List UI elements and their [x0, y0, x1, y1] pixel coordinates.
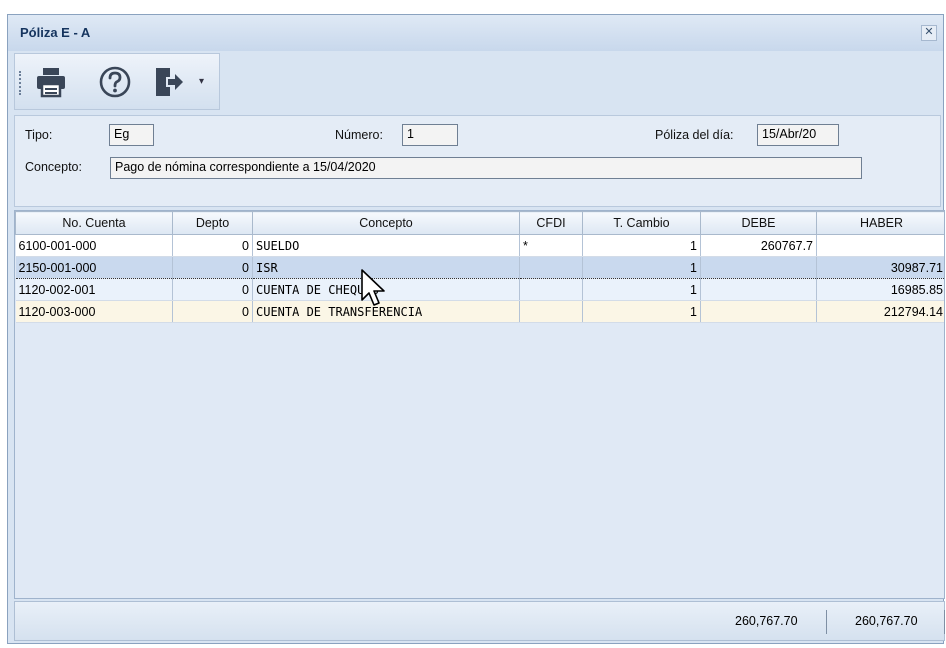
table-row[interactable]: 1120-003-000 0 CUENTA DE TRANSFERENCIA 1… — [15, 300, 944, 323]
cell-haber[interactable]: 16985.85 — [816, 278, 944, 301]
cell-depto[interactable]: 0 — [172, 256, 253, 279]
window-title: Póliza E - A — [20, 25, 91, 40]
toolbar-dropdown[interactable]: ▾ — [199, 76, 213, 90]
numero-label: Número: — [335, 128, 383, 142]
tipo-label: Tipo: — [25, 128, 53, 142]
cell-cfdi[interactable] — [519, 256, 583, 279]
table-row-selected[interactable]: 2150-001-000 0 ISR 1 30987.71 — [15, 256, 944, 279]
cell-depto[interactable]: 0 — [172, 278, 253, 301]
poliza-header-form: Tipo: Eg Número: 1 Póliza del día: 15/Ab… — [14, 115, 941, 207]
table-row[interactable]: 1120-002-001 0 CUENTA DE CHEQUES 1 16985… — [15, 278, 944, 301]
cell-concepto[interactable]: SUELDO — [252, 234, 520, 257]
fecha-field[interactable]: 15/Abr/20 — [757, 124, 839, 146]
concepto-field[interactable]: Pago de nómina correspondiente a 15/04/2… — [110, 157, 862, 179]
cell-cfdi[interactable] — [519, 278, 583, 301]
col-header-haber[interactable]: HABER — [816, 211, 944, 235]
col-header-cuenta[interactable]: No. Cuenta — [15, 211, 173, 235]
fecha-label: Póliza del día: — [655, 128, 734, 142]
concepto-label: Concepto: — [25, 160, 82, 174]
cell-tcambio[interactable]: 1 — [582, 278, 701, 301]
total-debe: 260,767.70 — [735, 614, 798, 628]
table-row[interactable]: 6100-001-000 0 SUELDO * 1 260767.7 — [15, 234, 944, 257]
grid-header-row: No. Cuenta Depto Concepto CFDI T. Cambio… — [15, 211, 944, 235]
cell-debe[interactable]: 260767.7 — [700, 234, 817, 257]
col-header-concepto[interactable]: Concepto — [252, 211, 520, 235]
col-header-tcambio[interactable]: T. Cambio — [582, 211, 701, 235]
accounts-table: No. Cuenta Depto Concepto CFDI T. Cambio… — [15, 211, 944, 323]
cell-cfdi[interactable]: * — [519, 234, 583, 257]
cell-cuenta[interactable]: 6100-001-000 — [15, 234, 173, 257]
cell-haber[interactable]: 212794.14 — [816, 300, 944, 323]
toolbar: ▾ — [14, 53, 220, 110]
cell-cuenta[interactable]: 1120-002-001 — [15, 278, 173, 301]
cell-cuenta[interactable]: 1120-003-000 — [15, 300, 173, 323]
cell-tcambio[interactable]: 1 — [582, 256, 701, 279]
close-icon[interactable]: ✕ — [921, 25, 937, 41]
cell-cfdi[interactable] — [519, 300, 583, 323]
cell-debe[interactable] — [700, 300, 817, 323]
print-icon[interactable] — [31, 62, 71, 102]
cell-haber[interactable]: 30987.71 — [816, 256, 944, 279]
total-haber: 260,767.70 — [855, 614, 918, 628]
poliza-window: Póliza E - A ✕ ▾ Tipo: Eg Número: 1 Póli… — [7, 14, 945, 644]
cell-depto[interactable]: 0 — [172, 234, 253, 257]
cell-tcambio[interactable]: 1 — [582, 300, 701, 323]
cell-cuenta[interactable]: 2150-001-000 — [15, 256, 173, 279]
accounts-grid: No. Cuenta Depto Concepto CFDI T. Cambio… — [14, 210, 945, 599]
totals-divider — [944, 610, 945, 634]
cell-debe[interactable] — [700, 256, 817, 279]
numero-field[interactable]: 1 — [402, 124, 458, 146]
cell-tcambio[interactable]: 1 — [582, 234, 701, 257]
cell-debe[interactable] — [700, 278, 817, 301]
col-header-cfdi[interactable]: CFDI — [519, 211, 583, 235]
toolbar-grip[interactable] — [19, 71, 24, 95]
totals-divider — [826, 610, 827, 634]
tipo-field[interactable]: Eg — [109, 124, 154, 146]
exit-icon[interactable] — [149, 62, 189, 102]
col-header-debe[interactable]: DEBE — [700, 211, 817, 235]
cell-depto[interactable]: 0 — [172, 300, 253, 323]
col-header-depto[interactable]: Depto — [172, 211, 253, 235]
mouse-cursor-icon — [361, 269, 385, 306]
cell-haber[interactable] — [816, 234, 944, 257]
help-icon[interactable] — [95, 62, 135, 102]
title-bar[interactable]: Póliza E - A ✕ — [8, 15, 943, 51]
totals-bar: 260,767.70 260,767.70 — [14, 601, 945, 641]
